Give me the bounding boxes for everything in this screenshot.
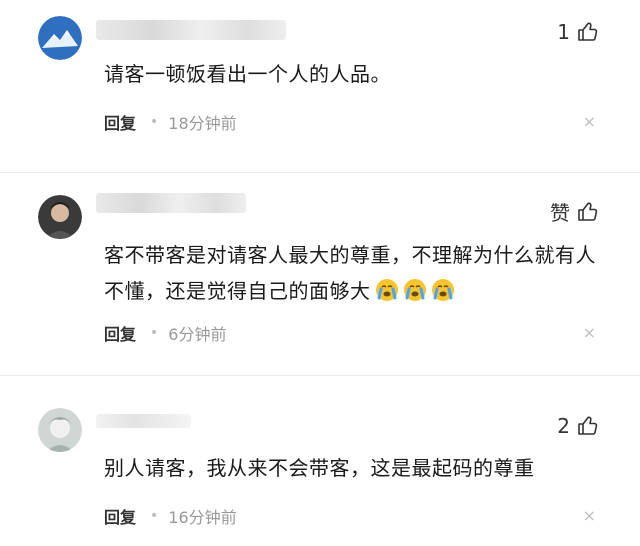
username-blurred [96,193,246,213]
like-label: 赞 [550,201,570,225]
avatar[interactable] [38,408,82,452]
close-icon[interactable]: × [583,323,596,342]
thumbs-up-icon [578,202,598,221]
comment-meta: 回复 • 6分钟前 [104,321,226,345]
timestamp: 6分钟前 [168,325,227,344]
comment-text-content: 客不带客是对请客人最大的尊重，不理解为什么就有人不懂，还是觉得自己的面够大 [104,243,596,303]
like-button[interactable]: 1 [557,20,600,44]
avatar[interactable] [38,195,82,239]
like-count: 1 [557,20,570,44]
like-button[interactable]: 赞 [550,197,600,226]
like-button[interactable]: 2 [557,414,600,438]
thumbs-up-icon [578,416,598,435]
crying-face-emoji [431,277,455,301]
timestamp: 16分钟前 [168,508,237,527]
thumbs-up-icon [578,22,598,41]
crying-face-emoji [375,277,399,301]
separator-dot: • [150,508,159,524]
username-blurred [96,20,286,40]
mountain-avatar-icon [38,16,82,60]
comment-text: 请客一顿饭看出一个人的人品。 [104,62,391,86]
username-blurred [96,414,191,428]
comment-item: 赞 客不带客是对请客人最大的尊重，不理解为什么就有人不懂，还是觉得自己的面够大 … [0,172,640,375]
comment-meta: 回复 • 16分钟前 [104,504,237,528]
comment-text: 别人请客，我从来不会带客，这是最起码的尊重 [104,456,535,480]
separator-dot: • [150,114,159,130]
avatar[interactable] [38,16,82,60]
close-icon[interactable]: × [583,112,596,131]
like-count: 2 [557,414,570,438]
character-avatar-icon [38,408,82,452]
crying-face-emoji [403,277,427,301]
reply-button[interactable]: 回复 [104,321,136,345]
comment-text: 客不带客是对请客人最大的尊重，不理解为什么就有人不懂，还是觉得自己的面够大 [104,237,610,309]
comment-meta: 回复 • 18分钟前 [104,110,237,134]
person-avatar-icon [38,195,82,239]
reply-button[interactable]: 回复 [104,504,136,528]
comment-item: 2 别人请客，我从来不会带客，这是最起码的尊重 回复 • 16分钟前 × [0,375,640,546]
comment-item: 1 请客一顿饭看出一个人的人品。 回复 • 18分钟前 × [0,0,640,172]
reply-button[interactable]: 回复 [104,110,136,134]
timestamp: 18分钟前 [168,114,237,133]
close-icon[interactable]: × [583,506,596,525]
separator-dot: • [150,325,159,341]
